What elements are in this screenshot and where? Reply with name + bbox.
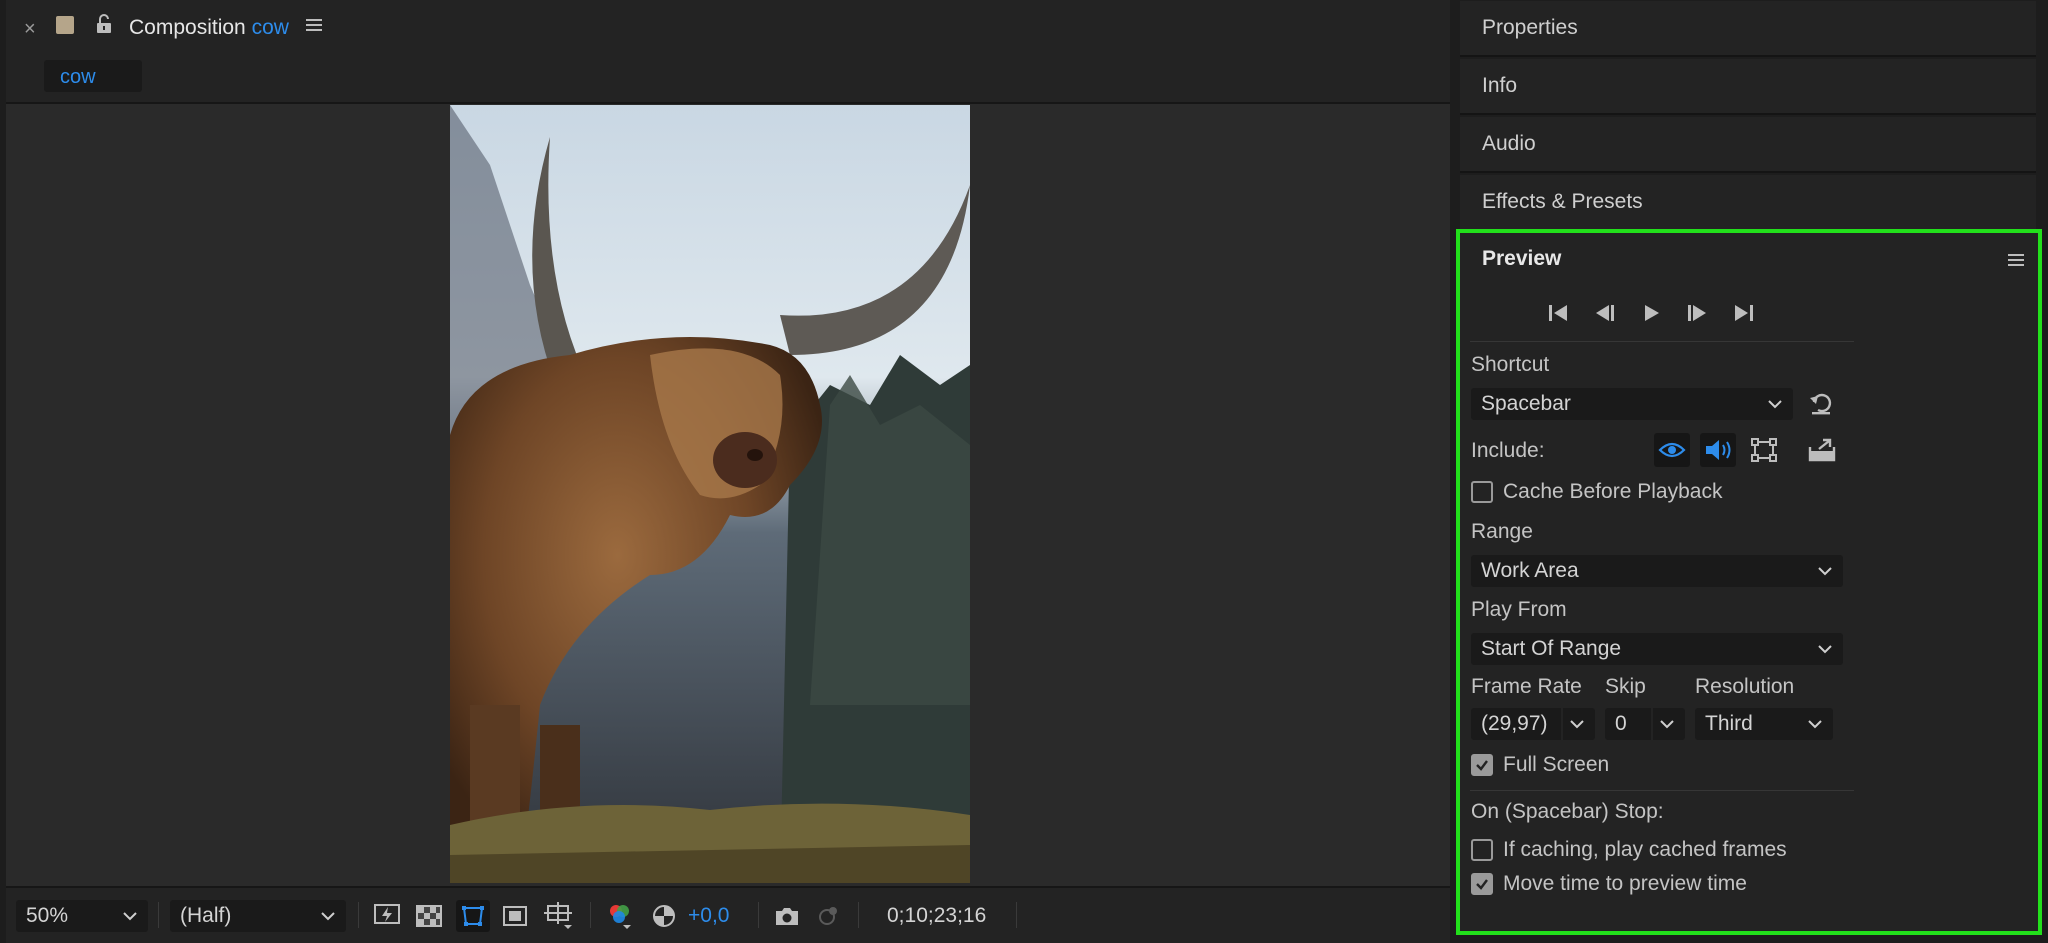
composition-subtab-bar: cow [6,56,1450,104]
checkmark-icon [1476,879,1488,890]
info-panel[interactable]: Info [1460,59,2036,115]
chevron-down-icon [1818,645,1832,654]
range-value: Work Area [1481,559,1579,582]
current-timecode[interactable]: 0;10;23;16 [887,904,986,928]
audio-panel-title: Audio [1482,132,1536,155]
resolution-value: (Half) [180,904,232,927]
composition-title-name: cow [251,16,289,39]
include-audio-icon[interactable] [1700,433,1736,467]
divider [1470,341,1854,342]
shortcut-value: Spacebar [1481,392,1571,415]
mask-path-visibility-icon[interactable] [456,900,490,932]
full-screen-checkbox[interactable] [1471,754,1493,776]
composition-viewer[interactable] [6,104,1450,886]
chevron-down-icon [1570,720,1584,729]
cache-before-playback-checkbox[interactable] [1471,481,1493,503]
stop-options-label: On (Spacebar) Stop: [1471,800,1664,823]
composition-header: × Composition cow [6,0,1450,56]
transparency-grid-icon[interactable] [414,902,444,930]
magnification-value: 50% [26,904,69,927]
external-video-icon[interactable] [1804,433,1840,467]
lock-icon[interactable] [96,14,112,39]
cache-before-playback-label: Cache Before Playback [1503,480,1723,503]
divider [1470,790,1854,791]
panel-menu-icon[interactable] [306,18,322,37]
channel-color-icon[interactable] [604,900,636,932]
full-screen-label: Full Screen [1503,753,1610,776]
composition-toolbar: 50% (Half) +0,0 0;10;23;16 [6,886,1450,943]
preview-panel-title: Preview [1482,247,1562,270]
play-from-label: Play From [1471,598,1567,621]
include-video-icon[interactable] [1654,433,1690,467]
chevron-down-icon [1768,400,1782,409]
chevron-down-icon [321,912,335,921]
effects-presets-panel[interactable]: Effects & Presets [1460,175,2036,231]
skip-value: 0 [1615,712,1627,735]
composition-title: Composition cow [129,16,289,40]
frame-rate-value: (29,97) [1481,712,1548,735]
preview-resolution-dropdown[interactable]: Third [1695,708,1833,740]
composition-title-prefix: Composition [129,16,246,39]
preview-resolution-value: Third [1705,712,1753,735]
include-overlays-icon[interactable] [1746,433,1782,467]
shortcut-label: Shortcut [1471,353,1550,376]
last-frame-icon[interactable] [1728,299,1758,327]
composition-panel: × Composition cow cow 50% (Half) +0,0 0;… [6,0,1450,943]
play-from-value: Start Of Range [1481,637,1622,660]
first-frame-icon[interactable] [1544,299,1574,327]
info-panel-title: Info [1482,74,1518,97]
range-label: Range [1471,520,1533,543]
resolution-dropdown[interactable]: (Half) [170,900,346,932]
fast-previews-icon[interactable] [372,902,402,930]
properties-panel-title: Properties [1482,16,1578,39]
reset-exposure-icon[interactable] [648,900,680,932]
reset-shortcut-icon[interactable] [1806,389,1836,419]
region-of-interest-icon[interactable] [500,902,530,930]
move-time-label: Move time to preview time [1503,872,1747,895]
chevron-down-icon [1660,720,1674,729]
previous-frame-icon[interactable] [1590,299,1620,327]
properties-panel[interactable]: Properties [1460,1,2036,57]
color-label-swatch[interactable] [56,16,74,34]
range-dropdown[interactable]: Work Area [1471,555,1843,587]
grid-guide-options-icon[interactable] [542,900,576,932]
frame-rate-dropdown[interactable]: (29,97) [1471,708,1595,740]
preview-panel: Preview Shortcut Spacebar Include: Cache… [1456,229,2042,935]
exposure-value[interactable]: +0,0 [688,904,729,928]
chevron-down-icon [123,912,137,921]
chevron-down-icon [1808,720,1822,729]
if-caching-checkbox[interactable] [1471,839,1493,861]
if-caching-label: If caching, play cached frames [1503,838,1787,861]
frame-rate-label: Frame Rate [1471,675,1582,698]
checkmark-icon [1476,760,1488,771]
play-icon[interactable] [1636,299,1666,327]
panel-menu-icon[interactable] [2008,253,2024,272]
shortcut-dropdown[interactable]: Spacebar [1471,388,1793,420]
composition-subtab-label: cow [60,66,96,88]
next-frame-icon[interactable] [1682,299,1712,327]
composition-subtab[interactable]: cow [44,60,142,92]
skip-label: Skip [1605,675,1646,698]
skip-dropdown[interactable]: 0 [1605,708,1685,740]
show-snapshot-icon[interactable] [812,902,842,930]
move-time-checkbox[interactable] [1471,873,1493,895]
close-icon[interactable]: × [24,18,36,41]
play-from-dropdown[interactable]: Start Of Range [1471,633,1843,665]
chevron-down-icon [1818,567,1832,576]
magnification-dropdown[interactable]: 50% [16,900,148,932]
cow-image [450,105,970,883]
resolution-label: Resolution [1695,675,1795,698]
camera-icon[interactable] [772,902,802,930]
effects-presets-panel-title: Effects & Presets [1482,190,1643,213]
audio-panel[interactable]: Audio [1460,117,2036,173]
include-label: Include: [1471,439,1545,462]
